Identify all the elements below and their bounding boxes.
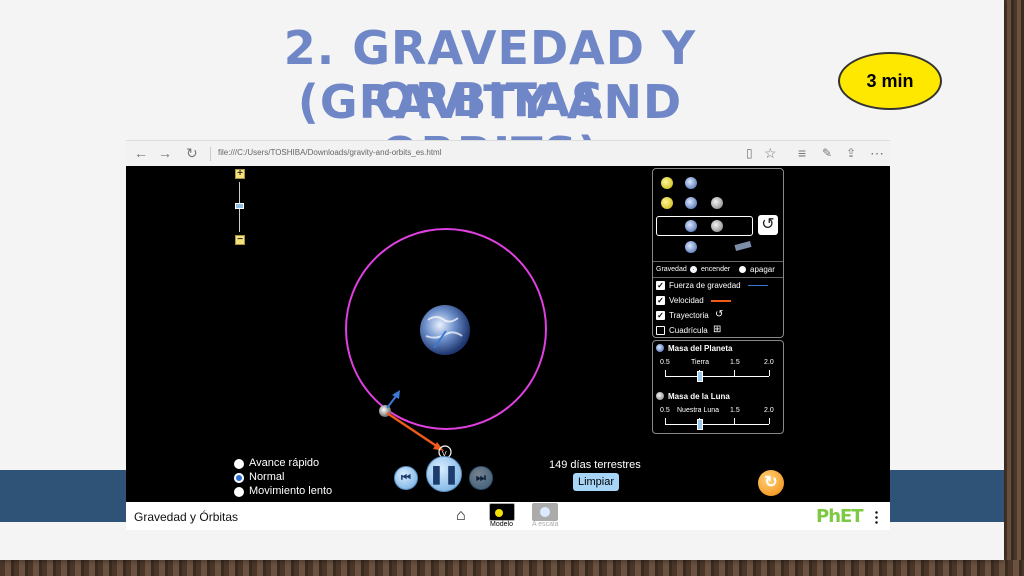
model-screen-label[interactable]: Modelo [490,521,513,528]
normal-radio[interactable] [234,473,244,483]
earth-icon [540,507,550,517]
path-icon: ↺ [715,309,724,320]
browser-toolbar: ← → ↻ file:///C:/Users/TOSHIBA/Downloads… [126,140,890,166]
gravity-force-label: Fuerza de gravedad [669,281,741,290]
phet-logo: PhET [816,506,864,527]
sun-icon[interactable] [661,197,673,209]
planet-mass-tick [665,370,666,376]
model-screen-icon[interactable] [489,503,515,521]
reset-scene-button[interactable]: ↺ [758,215,778,235]
slow-motion-radio[interactable] [234,487,244,497]
to-scale-screen-icon[interactable] [532,503,558,521]
elapsed-time: 149 días terrestres [549,459,641,471]
fast-forward-label: Avance rápido [249,457,320,469]
velocity-legend [711,300,731,302]
panel-divider [653,261,783,262]
moon-tick-label: 0.5 [660,407,670,414]
clear-button[interactable]: Limpiar [573,473,619,491]
path-label: Trayectoria [669,311,709,320]
sun-icon [495,509,503,517]
address-bar[interactable]: file:///C:/Users/TOSHIBA/Downloads/gravi… [218,148,441,157]
planet-tick-label: 2.0 [764,359,774,366]
gravity-off-label: apagar [750,265,775,274]
planet-mass-tick [734,370,735,376]
moon-icon [711,220,723,232]
timer-badge: 3 min [838,52,942,110]
path-checkbox[interactable]: ✓ [656,311,665,320]
share-icon[interactable]: ⇪ [846,145,856,161]
planet-mass-label: Masa del Planeta [668,344,733,353]
pause-button[interactable]: ❚❚ [426,456,462,492]
earth-icon[interactable] [685,197,697,209]
home-icon[interactable]: ⌂ [456,508,466,524]
reset-all-button[interactable]: ↻ [758,470,784,496]
velocity-label: Velocidad [669,296,704,305]
phet-menu-icon[interactable] [875,510,878,524]
to-scale-screen-label[interactable]: A escala [532,521,558,528]
rewind-button[interactable]: ⏮ [394,466,418,490]
normal-label: Normal [249,471,285,483]
satellite-icon[interactable] [734,241,752,251]
selected-scene-box[interactable] [656,216,753,236]
moon-mass-slider-thumb[interactable] [697,419,703,430]
gravity-off-radio[interactable] [739,266,746,273]
panel-divider [653,277,783,278]
planet-mass-tick [769,370,770,376]
slow-motion-label: Movimiento lento [249,485,333,497]
moon-tick-label: 1.5 [730,407,740,414]
planet-mass-track [665,376,769,377]
lines-icon[interactable]: ≡ [798,145,806,161]
orbit-scene: V [345,228,547,459]
sim-navigation-bar: Gravedad y Órbitas ⌂ Modelo A escala PhE… [126,502,890,530]
fast-forward-radio[interactable] [234,459,244,469]
moon-icon [656,392,664,400]
planet-mass-slider-thumb[interactable] [697,371,703,382]
gravity-force-legend [748,285,768,286]
gravity-on-radio[interactable] [690,266,697,273]
grid-icon: ⊞ [713,324,722,335]
book-icon[interactable]: ▯ [746,145,753,161]
gravity-on-label: encender [701,266,731,273]
gravity-force-checkbox[interactable]: ✓ [656,281,665,290]
earth-icon[interactable] [685,241,697,253]
sun-icon[interactable] [661,177,673,189]
mass-panel: Masa del Planeta 0.5 Tierra 1.5 2.0 Masa… [652,340,784,434]
planet-tick-label: 0.5 [660,359,670,366]
scene-selection-panel: ↺ Gravedad encender apagar ✓ Fuerza de g… [652,168,784,338]
toolbar-separator [210,147,211,161]
moon-tick-label: 2.0 [764,407,774,414]
simulation-canvas[interactable]: + − V ↺ Gravedad encender apagar ✓ Fuerz… [126,166,890,502]
moon-mass-tick [734,418,735,424]
earth-icon [656,344,664,352]
moon-mass-track [665,424,769,425]
pen-icon[interactable]: ✎ [822,145,832,161]
sim-title: Gravedad y Órbitas [134,510,239,524]
moon-mass-tick [769,418,770,424]
arrow-left-icon[interactable]: ← [134,145,148,161]
step-forward-button[interactable]: ⏭ [469,466,493,490]
arrow-right-icon[interactable]: → [158,145,172,161]
gravity-label: Gravedad [656,266,687,273]
wood-background-bottom [0,560,1024,576]
velocity-checkbox[interactable]: ✓ [656,296,665,305]
moon-mass-tick [665,418,666,424]
moon-icon[interactable] [711,197,723,209]
star-icon[interactable]: ☆ [764,145,777,161]
earth-body [420,305,470,355]
velocity-arrow [386,411,439,449]
earth-icon [685,220,697,232]
moon-mass-label: Masa de la Luna [668,392,730,401]
ellipsis-icon[interactable]: ⋯ [870,145,884,161]
earth-icon[interactable] [685,177,697,189]
planet-tick-label: Tierra [691,359,710,366]
grid-label: Cuadrícula [669,326,708,335]
refresh-icon[interactable]: ↻ [186,145,198,161]
planet-tick-label: 1.5 [730,359,740,366]
wood-background-right [1004,0,1024,576]
grid-checkbox[interactable] [656,326,665,335]
moon-tick-label: Nuestra Luna [677,407,720,414]
